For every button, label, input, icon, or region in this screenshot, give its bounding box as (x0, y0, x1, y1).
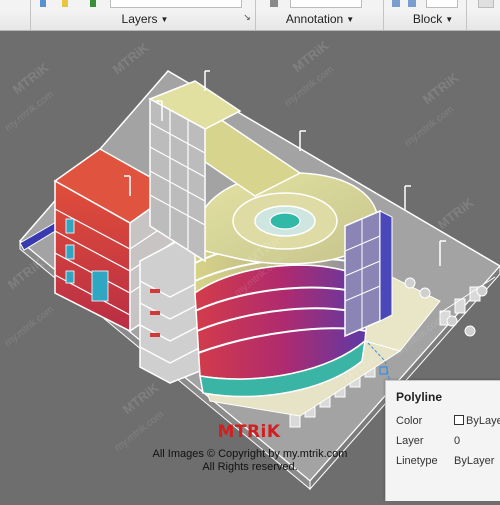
annotation-panel-label: Annotation (285, 12, 344, 26)
annotation-panel-button[interactable]: Annotation ▼ (268, 11, 372, 27)
property-row-layer: Layer 0 (386, 435, 500, 451)
chevron-down-icon: ▼ (346, 15, 355, 24)
property-value: ByLayer (454, 455, 495, 467)
layers-panel-button[interactable]: Layers ▼ (100, 11, 190, 27)
layers-panel-launcher-icon[interactable]: ↘ (242, 12, 252, 22)
property-row-color: Color ByLayer (386, 415, 500, 431)
ribbon-separator (383, 0, 384, 30)
block-edit-icon[interactable] (408, 0, 416, 7)
color-swatch-icon (454, 415, 464, 425)
layer-color-icon[interactable] (90, 0, 96, 7)
tooltip-title: Polyline (396, 390, 443, 404)
layer-tool-icon[interactable] (40, 0, 46, 7)
block-panel-label: Block (412, 12, 443, 26)
ribbon-separator (466, 0, 467, 30)
expand-icon[interactable] (478, 0, 494, 8)
copyright-line-1: All Images © Copyright by my.mtrik.com (152, 448, 348, 460)
quick-properties-tooltip: Polyline Color ByLayer Layer 0 Linetype … (385, 380, 500, 501)
ribbon-separator (255, 0, 256, 30)
property-name: Color (396, 415, 423, 427)
ribbon-tool-row (0, 0, 500, 9)
roof-skylight (269, 212, 301, 230)
property-name: Linetype (396, 455, 438, 467)
annotation-dropdown[interactable] (290, 0, 362, 8)
mtrik-logo: MTRiK (217, 422, 281, 442)
layer-state-icon[interactable] (62, 0, 68, 7)
ribbon-separator (30, 0, 31, 30)
property-value-text: ByLayer (466, 415, 500, 427)
chevron-down-icon: ▼ (445, 15, 454, 24)
layer-dropdown[interactable] (110, 0, 242, 8)
property-row-linetype: Linetype ByLayer (386, 455, 500, 471)
layers-panel-label: Layers (121, 12, 158, 26)
text-style-icon[interactable] (270, 0, 278, 7)
right-tower-side (379, 210, 393, 322)
block-panel-button[interactable]: Block ▼ (403, 11, 463, 27)
property-value: ByLayer (454, 415, 500, 427)
property-name: Layer (396, 435, 424, 447)
property-value: 0 (454, 435, 461, 447)
block-create-icon[interactable] (426, 0, 458, 8)
copyright-line-2: All Rights reserved. (202, 461, 298, 473)
chevron-down-icon: ▼ (160, 15, 169, 24)
block-insert-icon[interactable] (392, 0, 400, 7)
ribbon: Layers ▼ ↘ Annotation ▼ Block ▼ (0, 0, 500, 31)
